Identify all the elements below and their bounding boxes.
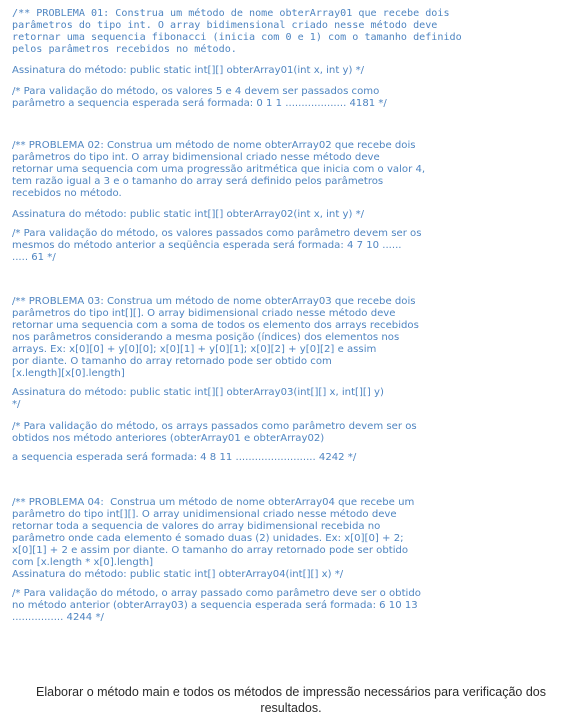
problem-02-line: /** PROBLEMA 02: Construa um método de n… xyxy=(12,140,416,151)
problem-03-validation: a sequencia esperada será formada: 4 8 1… xyxy=(12,452,357,463)
instruction-caption-line: Elaborar o método main e todos os método… xyxy=(36,685,546,699)
problem-04-validation: ................ 4244 */ xyxy=(12,612,104,623)
problem-04-validation: no método anterior (obterArray03) a sequ… xyxy=(12,600,418,611)
problem-01-line: pelos parâmetros recebidos no método. xyxy=(12,44,237,55)
problem-01-line: /** PROBLEMA 01: Construa um método de n… xyxy=(12,8,450,19)
problem-02-line: retornar uma sequencia com uma progressã… xyxy=(12,164,426,175)
problem-03-line: arrays. Ex: x[0][0] + y[0][0]; x[0][1] +… xyxy=(12,344,377,355)
problem-03-validation: obtidos nos método anteriores (obterArra… xyxy=(12,433,325,444)
problem-03-signature: */ xyxy=(12,399,21,410)
problem-01-line: retornar uma sequencia fibonacci (inicia… xyxy=(12,32,462,43)
problem-02-line: recebidos no método. xyxy=(12,188,122,199)
problem-03-line: /** PROBLEMA 03: Construa um método de n… xyxy=(12,296,416,307)
problem-02-validation: ..... 61 */ xyxy=(12,252,56,263)
exercise-document: /** PROBLEMA 01: Construa um método de n… xyxy=(0,0,582,722)
problem-03-validation: /* Para validação do método, os arrays p… xyxy=(12,421,417,432)
problem-01-line: parâmetros do tipo int. O array bidimens… xyxy=(12,20,438,31)
problem-03-line: parâmetros do tipo int[][]. O array bidi… xyxy=(12,308,396,319)
problem-02-line: parâmetros do tipo int. O array bidimens… xyxy=(12,152,380,163)
problem-04-line: parâmetro do tipo int[][]. O array unidi… xyxy=(12,509,397,520)
problem-04-validation: /* Para validação do método, o array pas… xyxy=(12,588,421,599)
problem-03-signature: Assinatura do método: public static int[… xyxy=(12,387,384,398)
problem-03-line: nos parâmetros considerando a mesma posi… xyxy=(12,332,400,343)
problem-01-validation: parâmetro a sequencia esperada será form… xyxy=(12,98,387,109)
problem-02-validation: /* Para validação do método, os valores … xyxy=(12,228,422,239)
instruction-caption-line: resultados. xyxy=(260,701,322,715)
problem-02-validation: mesmos do método anterior a seqüência es… xyxy=(12,240,402,251)
problem-02-line: tem razão igual a 3 e o tamanho do array… xyxy=(12,176,384,187)
problem-04-line: retornar toda a sequencia de valores do … xyxy=(12,521,381,532)
problem-02-signature: Assinatura do método: public static int[… xyxy=(12,209,365,220)
problem-04-line: parâmetro onde cada elemento é somado du… xyxy=(12,533,404,544)
problem-03-line: retornar uma sequencia com a soma de tod… xyxy=(12,320,419,331)
problem-03-line: [x.length][x[0].length] xyxy=(12,368,125,379)
problem-01-validation: /* Para validação do método, os valores … xyxy=(12,86,380,97)
problem-04-line: /** PROBLEMA 04: Construa um método de n… xyxy=(12,497,415,508)
problem-04-line: x[0][1] + 2 e assim por diante. O tamanh… xyxy=(12,545,409,556)
problem-04-signature: Assinatura do método: public static int[… xyxy=(12,569,344,580)
problem-01-signature: Assinatura do método: public static int[… xyxy=(12,65,365,76)
problem-04-line: com [x.length * x[0].length] xyxy=(12,557,154,568)
instruction-caption: Elaborar o método main e todos os método… xyxy=(0,684,582,716)
problem-03-line: por diante. O tamanho do array retornado… xyxy=(12,356,332,367)
